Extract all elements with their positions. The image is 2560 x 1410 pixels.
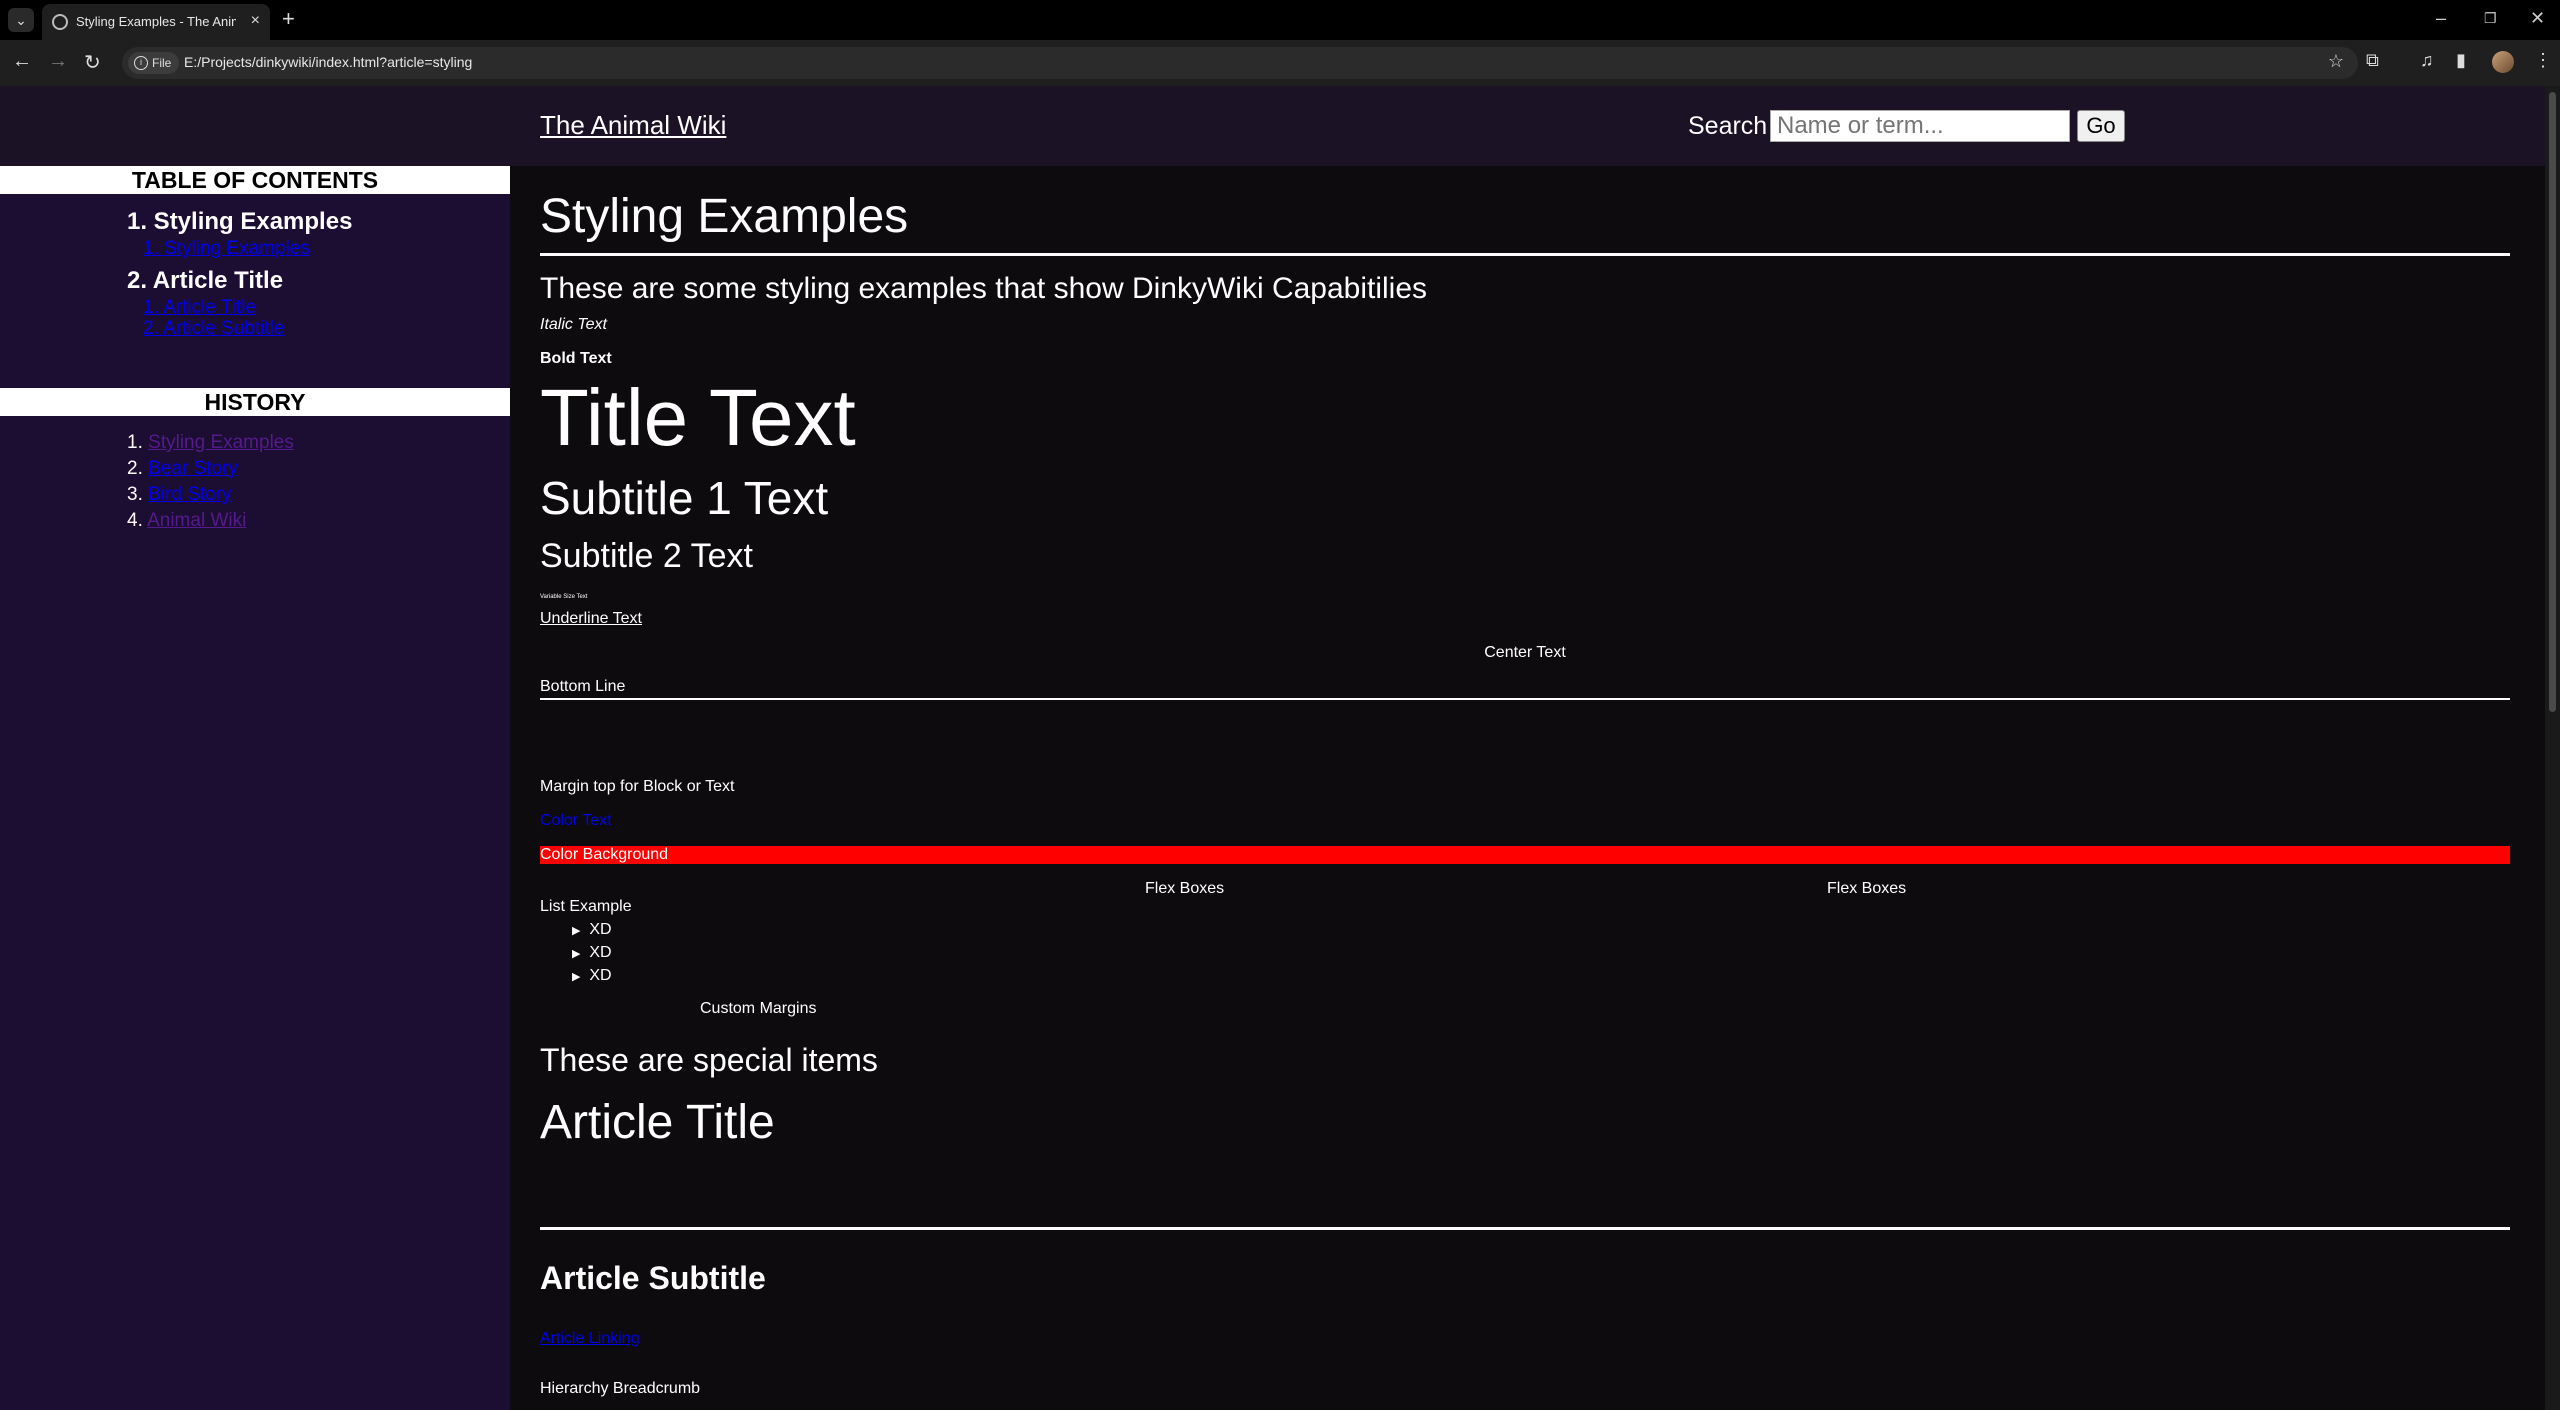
sidebar: TABLE OF CONTENTS 1. Styling Examples 1.…: [0, 166, 510, 1410]
profile-avatar[interactable]: [2492, 51, 2514, 73]
title-text: Title Text: [540, 373, 856, 462]
browser-chrome: ⌄ Styling Examples - The Animal Wiki × +…: [0, 0, 2560, 86]
triangle-bullet-icon: ▶: [572, 948, 581, 960]
reload-icon[interactable]: ↻: [84, 50, 101, 75]
search-label: Search: [1688, 112, 1768, 140]
list-item-label: XD: [589, 921, 612, 938]
underline-text: Underline Text: [540, 610, 642, 627]
history-list: 1. Styling Examples 2. Bear Story 3. Bir…: [127, 430, 294, 534]
list-item: ▶ XD: [572, 965, 612, 988]
restore-icon[interactable]: ❐: [2484, 10, 2497, 27]
history-link[interactable]: Styling Examples: [148, 432, 294, 453]
minimize-icon[interactable]: –: [2436, 8, 2446, 29]
address-bar[interactable]: i File E:/Projects/dinkywiki/index.html?…: [122, 47, 2358, 79]
go-button[interactable]: Go: [2077, 110, 2125, 142]
menu-icon[interactable]: ⋮: [2534, 50, 2552, 71]
tab-strip: ⌄ Styling Examples - The Animal Wiki × +…: [0, 0, 2560, 40]
special-items-heading: These are special items: [540, 1042, 878, 1078]
triangle-bullet-icon: ▶: [572, 925, 581, 937]
history-num: 2.: [127, 458, 143, 479]
toc-section[interactable]: 2. Article Title: [127, 265, 352, 297]
toc-list: 1. Styling Examples 1. Styling Examples …: [127, 206, 352, 339]
site-info-chip[interactable]: i File: [128, 52, 180, 74]
history-item: 1. Styling Examples: [127, 430, 294, 456]
heading-rule: [540, 253, 2510, 256]
history-num: 4.: [127, 510, 143, 531]
globe-icon: [52, 14, 68, 30]
history-heading: HISTORY: [0, 388, 510, 416]
list-item-label: XD: [589, 967, 612, 984]
info-icon: i: [134, 56, 148, 70]
toc-heading: TABLE OF CONTENTS: [0, 166, 510, 194]
list-item-label: XD: [589, 944, 612, 961]
list-item: ▶ XD: [572, 942, 612, 965]
bookmark-star-icon[interactable]: ☆: [2328, 51, 2344, 72]
page: The Animal Wiki Search Go TABLE OF CONTE…: [0, 86, 2545, 1410]
triangle-bullet-icon: ▶: [572, 971, 581, 983]
intro-text: These are some styling examples that sho…: [540, 272, 1428, 305]
history-link[interactable]: Bird Story: [148, 484, 231, 505]
side-panel-icon[interactable]: ▮: [2456, 50, 2466, 71]
bold-text: Bold Text: [540, 350, 612, 367]
close-tab-icon[interactable]: ×: [251, 12, 260, 30]
toolbar: ← → ↻ i File E:/Projects/dinkywiki/index…: [0, 40, 2560, 86]
list-heading: List Example: [540, 898, 632, 915]
article-link[interactable]: Article Linking: [540, 1330, 640, 1348]
margin-top-text: Margin top for Block or Text: [540, 778, 735, 795]
italic-text: Italic Text: [540, 316, 607, 333]
article-heading: Styling Examples: [540, 190, 909, 243]
flex-box: Flex Boxes: [1827, 880, 1907, 897]
tab-title: Styling Examples - The Animal Wiki: [76, 14, 236, 29]
toc-subsection[interactable]: 1. Article Title: [127, 297, 352, 318]
bottom-line-text: Bottom Line: [540, 678, 626, 695]
close-window-icon[interactable]: ✕: [2530, 8, 2545, 29]
search-input[interactable]: [1770, 110, 2070, 142]
extensions-icon[interactable]: ⧉: [2366, 50, 2379, 71]
article-title-rule: [540, 1227, 2510, 1230]
page-scrollbar[interactable]: [2545, 86, 2560, 1410]
list: ▶ XD ▶ XD ▶ XD: [572, 919, 612, 988]
forward-icon[interactable]: →: [48, 50, 68, 73]
flex-box: Flex Boxes: [1145, 880, 1225, 897]
toc-section[interactable]: 1. Styling Examples: [127, 206, 352, 238]
article-title-heading: Article Title: [540, 1096, 775, 1149]
history-item: 4. Animal Wiki: [127, 508, 294, 534]
custom-margins-text: Custom Margins: [700, 1000, 817, 1017]
new-tab-icon[interactable]: +: [282, 6, 295, 32]
toc-subsection[interactable]: 1. Styling Examples: [127, 238, 352, 259]
color-background: Color Background: [540, 846, 2510, 864]
bottom-line-rule: [540, 698, 2510, 700]
url-text[interactable]: E:/Projects/dinkywiki/index.html?article…: [184, 54, 472, 70]
article-subtitle-heading: Article Subtitle: [540, 1260, 766, 1296]
color-text: Color Text: [540, 812, 612, 829]
scroll-thumb[interactable]: [2549, 92, 2556, 712]
variable-size-text: Variable Size Text: [540, 594, 588, 600]
site-title-link[interactable]: The Animal Wiki: [540, 110, 726, 141]
media-icon[interactable]: ♫: [2420, 50, 2434, 71]
history-item: 3. Bird Story: [127, 482, 294, 508]
history-link[interactable]: Animal Wiki: [147, 510, 246, 531]
history-num: 1.: [127, 432, 143, 453]
list-item: ▶ XD: [572, 919, 612, 942]
history-item: 2. Bear Story: [127, 456, 294, 482]
back-icon[interactable]: ←: [12, 50, 32, 73]
chip-label: File: [152, 56, 172, 70]
browser-tab[interactable]: Styling Examples - The Animal Wiki ×: [42, 4, 270, 40]
breadcrumb-label: Hierarchy Breadcrumb: [540, 1380, 701, 1397]
tab-search-icon[interactable]: ⌄: [8, 8, 34, 32]
history-link[interactable]: Bear Story: [148, 458, 238, 479]
toc-subsection[interactable]: 2. Article Subtitle: [127, 318, 352, 339]
center-text: Center Text: [1484, 644, 1566, 661]
subtitle1-text: Subtitle 1 Text: [540, 472, 829, 524]
site-header: The Animal Wiki Search Go: [0, 86, 2545, 166]
history-num: 3.: [127, 484, 143, 505]
subtitle2-text: Subtitle 2 Text: [540, 537, 753, 575]
